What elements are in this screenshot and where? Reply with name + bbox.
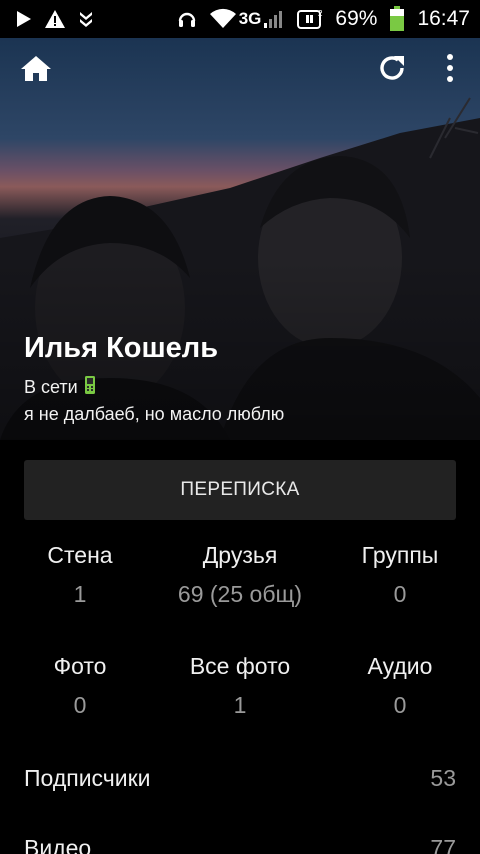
counter-friends[interactable]: Друзья 69 (25 общ) <box>160 542 320 608</box>
network-type: 3G <box>238 9 262 28</box>
home-button[interactable] <box>16 50 56 90</box>
counter-label: Аудио <box>367 653 433 679</box>
wifi-icon: 3G <box>209 7 286 31</box>
counter-value: 0 <box>393 581 407 607</box>
counter-photos[interactable]: Фото 0 <box>0 653 160 719</box>
counter-all-photos[interactable]: Все фото 1 <box>160 653 320 719</box>
row-label: Видео <box>24 834 92 854</box>
more-vert-icon <box>445 53 455 87</box>
signal-icon <box>264 11 283 28</box>
cover-photo[interactable]: Илья Кошель В сети я не далбаеб, но масл… <box>0 38 480 440</box>
warning-icon <box>44 7 66 31</box>
counter-wall[interactable]: Стена 1 <box>0 542 160 608</box>
profile-bio: я не далбаеб, но масло люблю <box>24 404 285 424</box>
notification-icon: 2 <box>297 7 323 31</box>
counter-label: Фото <box>53 653 107 679</box>
row-videos[interactable]: Видео 77 <box>24 828 456 854</box>
counter-label: Группы <box>361 542 439 568</box>
status-bar-right: 3G 2 69% 16:47 <box>177 6 470 31</box>
status-bar: 3G 2 69% 16:47 <box>0 0 480 38</box>
battery-percent: 69% <box>335 7 378 30</box>
counter-value: 69 (25 общ) <box>177 581 303 607</box>
clock: 16:47 <box>417 7 470 30</box>
conversation-button[interactable]: ПЕРЕПИСКА <box>24 460 456 520</box>
refresh-icon <box>377 53 407 87</box>
counter-value: 0 <box>73 692 87 718</box>
counter-label: Друзья <box>202 542 278 568</box>
download-icon <box>78 7 94 31</box>
counter-value: 1 <box>73 581 87 607</box>
more-menu-button[interactable] <box>430 50 470 90</box>
counter-label: Все фото <box>189 653 291 679</box>
headphones-icon <box>177 7 197 31</box>
online-status: В сети <box>24 375 96 400</box>
counter-groups[interactable]: Группы 0 <box>320 542 480 608</box>
play-icon <box>16 7 32 31</box>
row-value: 53 <box>430 764 456 791</box>
status-bar-left <box>16 7 94 31</box>
counter-value: 0 <box>393 692 407 718</box>
online-status-text: В сети <box>24 377 78 397</box>
row-value: 77 <box>430 834 456 854</box>
row-subscribers[interactable]: Подписчики 53 <box>24 758 456 798</box>
counter-audio[interactable]: Аудио 0 <box>320 653 480 719</box>
row-label: Подписчики <box>24 764 151 791</box>
mobile-phone-icon <box>84 375 96 400</box>
refresh-button[interactable] <box>372 50 412 90</box>
counter-label: Стена <box>47 542 113 568</box>
home-icon <box>20 54 52 86</box>
counter-value: 1 <box>233 692 247 718</box>
battery-icon <box>389 6 405 31</box>
profile-name: Илья Кошель <box>24 332 219 364</box>
svg-text:2: 2 <box>318 9 323 18</box>
